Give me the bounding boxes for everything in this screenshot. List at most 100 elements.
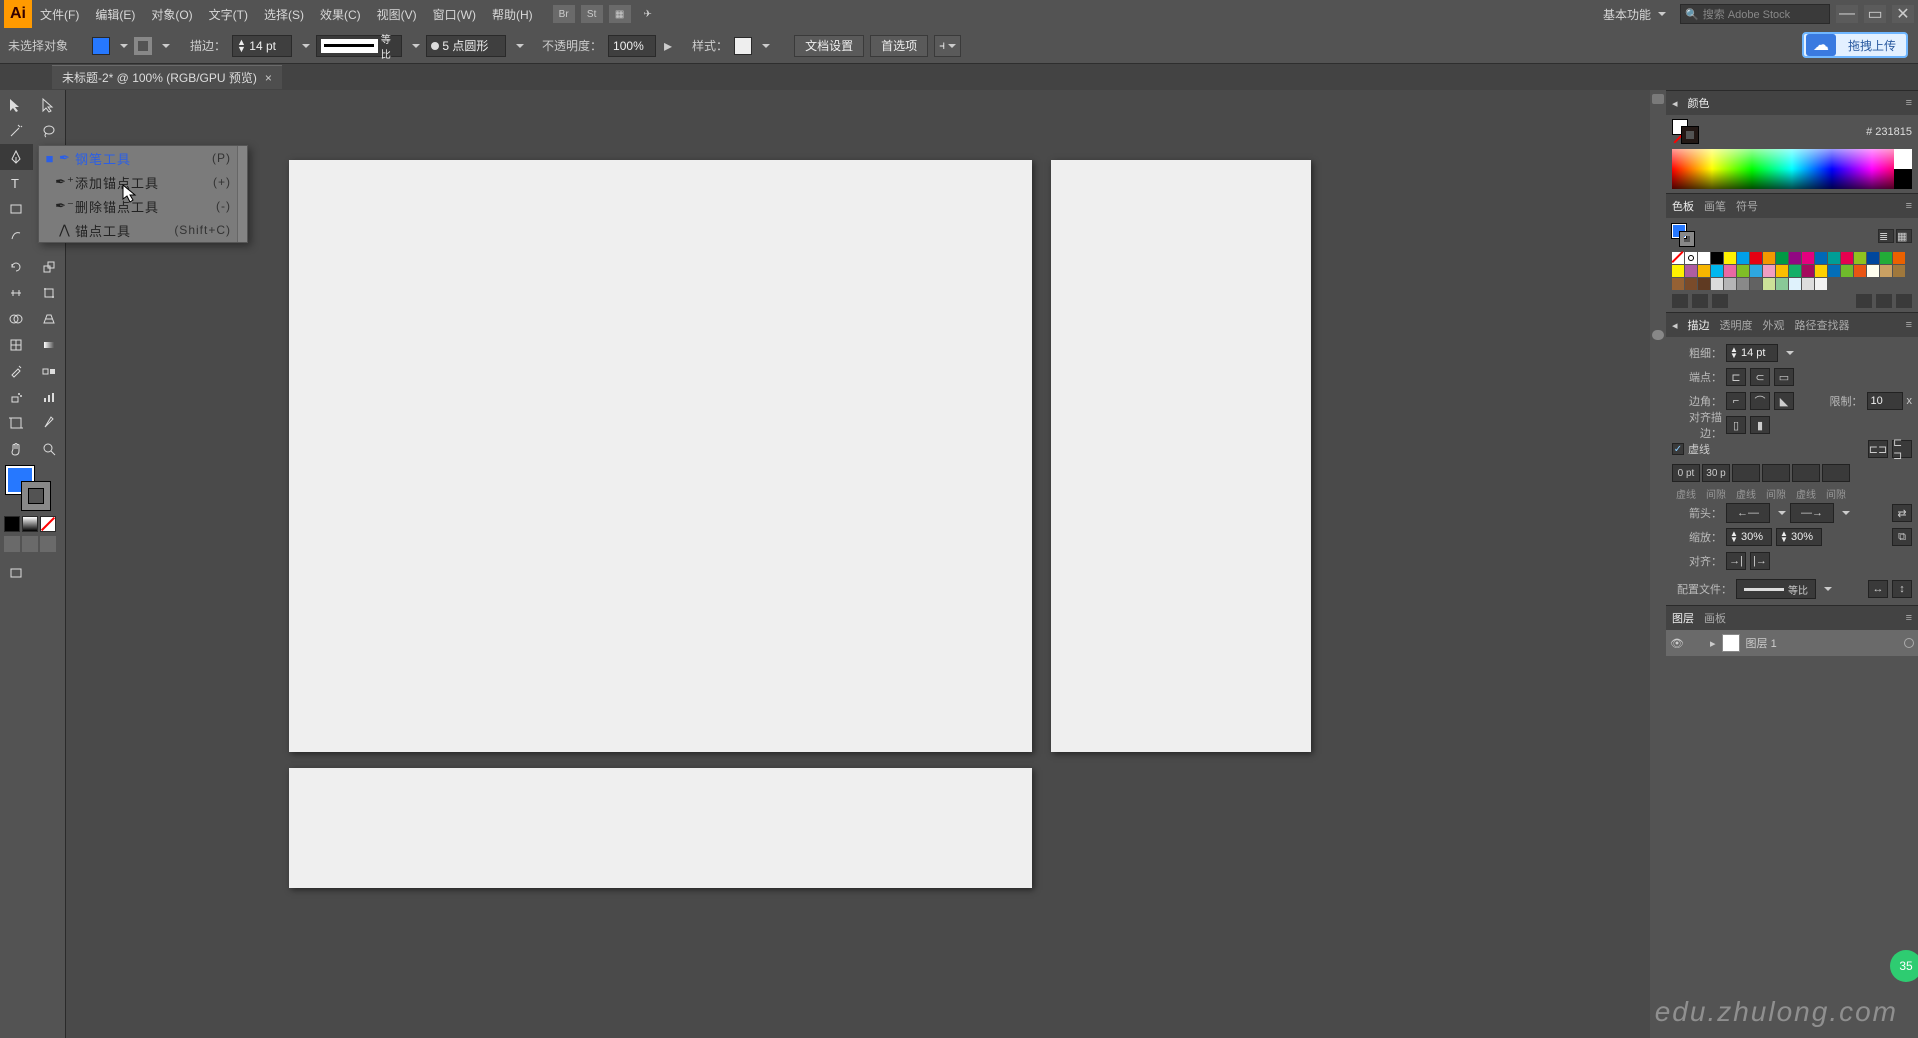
scale-tool[interactable] — [33, 254, 66, 280]
swatch[interactable] — [1776, 265, 1788, 277]
brushes-tab[interactable]: 画笔 — [1704, 198, 1726, 214]
miter-limit-field[interactable]: 10 — [1867, 392, 1903, 410]
dashed-checkbox[interactable]: ✓ — [1672, 443, 1684, 455]
swatch[interactable] — [1698, 278, 1710, 290]
swatch[interactable] — [1776, 278, 1788, 290]
color-fill-stroke[interactable] — [1672, 119, 1702, 145]
swatch[interactable] — [1672, 265, 1684, 277]
direct-selection-tool[interactable] — [33, 92, 66, 118]
swatch[interactable] — [1841, 265, 1853, 277]
swatch[interactable] — [1893, 265, 1905, 277]
profile-dd[interactable] — [1820, 580, 1832, 598]
artboard-1[interactable] — [289, 160, 1032, 752]
cloud-upload-widget[interactable]: ☁ 拖拽上传 — [1802, 32, 1908, 58]
free-transform-tool[interactable] — [33, 280, 66, 306]
width-tool[interactable] — [0, 280, 33, 306]
scroll-up-btn[interactable] — [1652, 94, 1664, 104]
flyout-delete-anchor-tool[interactable]: ✒⁻ 删除锚点工具 (-) — [39, 194, 237, 218]
arrow-scale-a[interactable]: ▲▼ 30% — [1726, 528, 1772, 546]
visibility-icon[interactable]: 👁 — [1670, 637, 1686, 650]
draw-normal-btn[interactable] — [4, 536, 20, 552]
align-center[interactable]: ▯ — [1726, 416, 1746, 434]
symbols-tab[interactable]: 符号 — [1736, 198, 1758, 214]
fill-stroke-indicator[interactable] — [0, 462, 65, 514]
dash-1[interactable]: 0 pt — [1672, 464, 1700, 482]
swatch[interactable] — [1854, 252, 1866, 264]
swatch[interactable] — [1685, 278, 1697, 290]
vertical-scrollbar[interactable] — [1650, 90, 1666, 1038]
symbol-sprayer-tool[interactable] — [0, 384, 33, 410]
swatch[interactable] — [1789, 265, 1801, 277]
swatch[interactable] — [1737, 265, 1749, 277]
swatch[interactable] — [1867, 252, 1879, 264]
layers-tab[interactable]: 图层 — [1672, 610, 1694, 626]
swatch[interactable] — [1698, 252, 1710, 264]
swatch[interactable] — [1763, 278, 1775, 290]
search-stock-input[interactable]: 🔍 搜索 Adobe Stock — [1680, 4, 1830, 24]
flyout-anchor-tool[interactable]: ⋀ 锚点工具 (Shift+C) — [39, 218, 237, 242]
arrow-swap[interactable]: ⇄ — [1892, 504, 1912, 522]
artboard-2[interactable] — [1051, 160, 1311, 752]
appearance-tab[interactable]: 外观 — [1763, 317, 1785, 333]
maximize-button[interactable]: ▭ — [1864, 5, 1886, 23]
document-tab[interactable]: 未标题-2* @ 100% (RGB/GPU 预览) × — [52, 65, 282, 89]
layer-name[interactable]: 图层 1 — [1746, 635, 1777, 651]
stroke-tab[interactable]: 描边 — [1688, 317, 1710, 333]
stroke-box[interactable] — [22, 482, 50, 510]
swatch[interactable] — [1802, 252, 1814, 264]
fill-swatch[interactable] — [92, 37, 110, 55]
tab-close-icon[interactable]: × — [265, 71, 272, 85]
swatch[interactable] — [1828, 252, 1840, 264]
swatch[interactable] — [1711, 265, 1723, 277]
dash-2[interactable] — [1732, 464, 1760, 482]
flyout-tearoff-handle[interactable] — [237, 146, 247, 242]
arrow-scale-b[interactable]: ▲▼ 30% — [1776, 528, 1822, 546]
swatch[interactable] — [1893, 252, 1905, 264]
swatch[interactable] — [1880, 265, 1892, 277]
rectangle-tool[interactable] — [0, 196, 33, 222]
swatch[interactable] — [1672, 278, 1684, 290]
new-swatch-icon[interactable] — [1876, 294, 1892, 308]
swatch[interactable] — [1750, 265, 1762, 277]
dash-align-btn[interactable]: ⊏ ⊐ — [1892, 440, 1912, 458]
hand-tool[interactable] — [0, 436, 33, 462]
swatch[interactable] — [1711, 252, 1723, 264]
lasso-tool[interactable] — [33, 118, 66, 144]
swatch-list-view[interactable]: ≣ — [1878, 229, 1894, 243]
stroke-weight-dd[interactable] — [298, 37, 310, 55]
swatch-grid-view[interactable]: ▦ — [1896, 229, 1912, 243]
layer-row[interactable]: 👁 ▸ 图层 1 — [1666, 630, 1918, 656]
shaper-tool[interactable] — [0, 222, 33, 248]
flyout-add-anchor-tool[interactable]: ✒⁺ 添加锚点工具 (+) — [39, 170, 237, 194]
color-mode-btn[interactable] — [4, 516, 20, 532]
join-miter[interactable]: ⌐ — [1726, 392, 1746, 410]
magic-wand-tool[interactable] — [0, 118, 33, 144]
swatch-kind-icon[interactable] — [1692, 294, 1708, 308]
workspace-switcher[interactable]: 基本功能 — [1595, 4, 1674, 25]
arrow-align-tip[interactable]: →| — [1726, 552, 1746, 570]
swatch[interactable] — [1750, 252, 1762, 264]
swatch[interactable] — [1711, 278, 1723, 290]
gap-1[interactable]: 30 p — [1702, 464, 1730, 482]
blend-tool[interactable] — [33, 358, 66, 384]
cap-butt[interactable]: ⊏ — [1726, 368, 1746, 386]
swatch[interactable] — [1672, 252, 1684, 264]
arrow-start-dd[interactable] — [1774, 504, 1786, 522]
menu-help[interactable]: 帮助(H) — [484, 6, 541, 23]
menu-file[interactable]: 文件(F) — [32, 6, 87, 23]
panel-menu-icon[interactable]: ≡ — [1906, 97, 1912, 109]
zoom-tool[interactable] — [33, 436, 66, 462]
swatch[interactable] — [1828, 265, 1840, 277]
swatch[interactable] — [1880, 252, 1892, 264]
menu-object[interactable]: 对象(O) — [143, 6, 200, 23]
menu-view[interactable]: 视图(V) — [369, 6, 425, 23]
minimize-button[interactable]: — — [1836, 5, 1858, 23]
style-dd[interactable] — [758, 37, 770, 55]
stroke-profile-dd[interactable] — [408, 37, 420, 55]
dash-preserve-btn[interactable]: ⊏⊐ — [1868, 440, 1888, 458]
swatches-tab[interactable]: 色板 — [1672, 198, 1694, 214]
swatch[interactable] — [1724, 278, 1736, 290]
join-round[interactable]: ⌒ — [1750, 392, 1770, 410]
opacity-dd[interactable]: ▸ — [662, 37, 674, 55]
stroke-profile-select[interactable]: 等比 — [316, 35, 402, 57]
